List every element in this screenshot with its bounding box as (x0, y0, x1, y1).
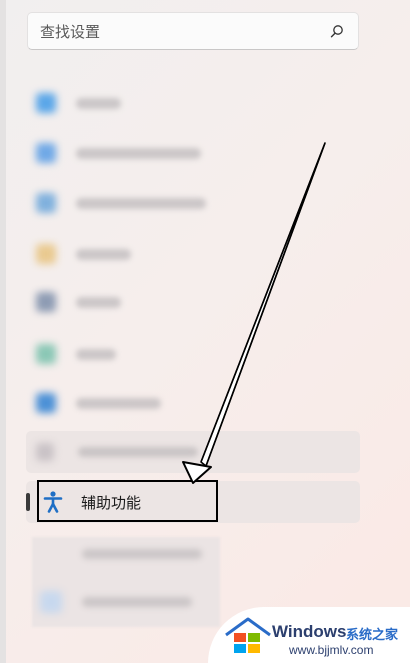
watermark-subtitle: 系统之家 (346, 628, 399, 643)
search-icon[interactable] (330, 24, 344, 38)
blurred-nav-items (32, 537, 220, 627)
search-input[interactable] (38, 19, 322, 45)
nav-item-icon (36, 93, 56, 113)
nav-item-blurred-5[interactable] (30, 288, 215, 316)
nav-item-blurred-4[interactable] (30, 240, 215, 268)
nav-item-blurred-7[interactable] (30, 389, 215, 417)
nav-item-label-blurred (76, 349, 116, 360)
site-watermark: Windows 系统之家 www.bjjmlv.com (208, 607, 410, 663)
nav-item-label-blurred (76, 148, 201, 159)
nav-item-label-blurred (76, 398, 161, 409)
nav-item-label-blurred (76, 249, 131, 260)
watermark-title: Windows (272, 622, 347, 641)
nav-item-label-blurred (76, 297, 121, 308)
nav-item-blurred-2[interactable] (30, 139, 215, 167)
window-left-edge (0, 0, 6, 663)
nav-item-blurred-1[interactable] (30, 89, 215, 117)
nav-item-icon (36, 393, 56, 413)
nav-item-label-blurred (76, 98, 121, 109)
nav-item-icon (36, 193, 56, 213)
watermark-url: www.bjjmlv.com (289, 643, 374, 657)
annotation-highlight-box (37, 480, 218, 522)
nav-item-icon (36, 443, 54, 461)
nav-item-icon (40, 591, 62, 613)
nav-item-blurred-6[interactable] (30, 340, 215, 368)
nav-item-icon (36, 292, 56, 312)
search-box[interactable] (27, 12, 359, 50)
selection-indicator (26, 493, 30, 511)
nav-item-icon (36, 244, 56, 264)
nav-item-icon (36, 143, 56, 163)
nav-item-icon (36, 344, 56, 364)
house-logo-icon (225, 617, 271, 653)
nav-item-blurred-3[interactable] (30, 189, 215, 217)
nav-item-label-blurred (76, 198, 206, 209)
nav-item-label-blurred (78, 447, 198, 457)
nav-item-label-blurred (82, 597, 192, 607)
nav-item-blurred-8[interactable] (26, 431, 360, 473)
nav-item-label-blurred (82, 549, 202, 559)
